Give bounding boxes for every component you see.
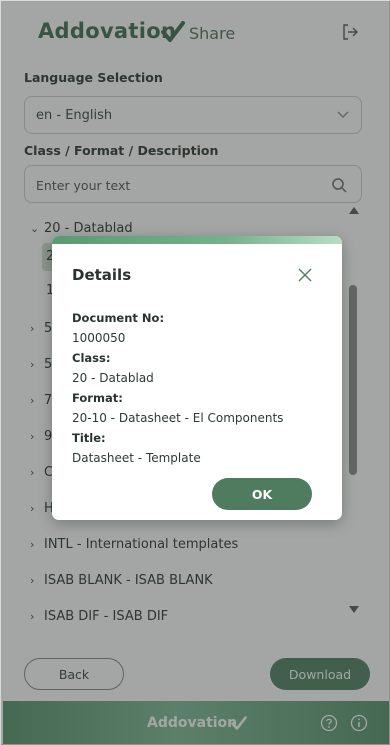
title-value: Datasheet - Template xyxy=(72,451,201,465)
class-label: Class: xyxy=(72,351,111,365)
ok-button[interactable]: OK xyxy=(212,478,312,510)
app-window: Addovation Share Language Selection en -… xyxy=(0,0,390,745)
dialog-title: Details xyxy=(72,266,132,284)
class-value: 20 - Datablad xyxy=(72,371,154,385)
details-dialog: Details Document No: 1000050 Class: 20 -… xyxy=(52,236,342,520)
dialog-accent-bar xyxy=(52,236,342,244)
format-value: 20-10 - Datasheet - El Components xyxy=(72,411,284,425)
document-no-value: 1000050 xyxy=(72,331,126,345)
close-icon[interactable] xyxy=(297,267,313,283)
format-label: Format: xyxy=(72,391,123,405)
title-label: Title: xyxy=(72,431,106,445)
document-no-label: Document No: xyxy=(72,311,165,325)
